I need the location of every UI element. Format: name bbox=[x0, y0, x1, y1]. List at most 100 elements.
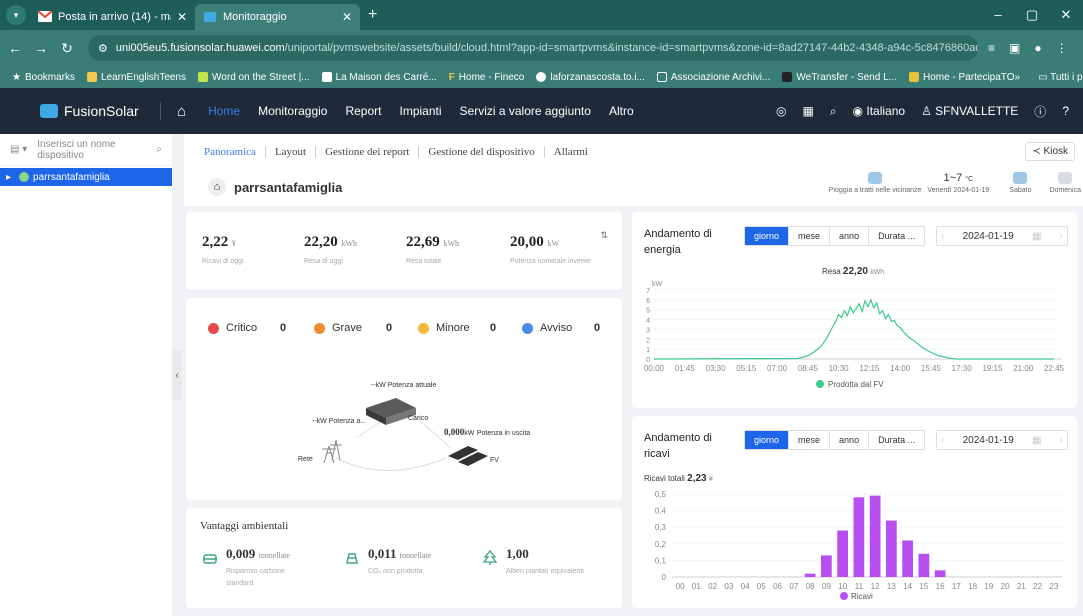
menu-impianti[interactable]: Impianti bbox=[399, 104, 441, 118]
globe-icon: ◉ bbox=[852, 104, 867, 118]
forward-icon[interactable]: → bbox=[30, 40, 52, 56]
new-tab-button[interactable]: + bbox=[368, 6, 377, 24]
sidebar: ▤ ▾ Inserisci un nome dispositivo ⌕ ▸ pa… bbox=[0, 134, 172, 616]
all-bookmarks[interactable]: ▭ Tutti i preferiti bbox=[1038, 72, 1083, 83]
tab-report[interactable]: Gestione dei report bbox=[316, 146, 420, 158]
menu-servizi[interactable]: Servizi a valore aggiunto bbox=[460, 104, 591, 118]
x-tick-label: 10:30 bbox=[829, 364, 850, 373]
y-tick-label: 0,2 bbox=[655, 540, 667, 549]
sidepanel-icon[interactable]: ▣ bbox=[1009, 41, 1020, 55]
bookmark-item[interactable]: ★ Bookmarks bbox=[12, 72, 75, 83]
x-tick-label: 07 bbox=[789, 582, 798, 591]
y-tick-label: 6 bbox=[646, 298, 650, 305]
sidebar-item-plant[interactable]: ▸ parrsantafamiglia bbox=[0, 168, 172, 186]
reading-icon[interactable]: ≡ bbox=[988, 41, 995, 55]
settings-icon[interactable]: ⇅ bbox=[600, 230, 608, 241]
browser-actions: ≡ ▣ ● ⋮ bbox=[988, 41, 1068, 55]
bookmarks-more-button[interactable]: » bbox=[1015, 72, 1021, 83]
resa-label: Resa 22,20 kWh bbox=[822, 266, 884, 277]
tab-search-icon[interactable]: ▾ bbox=[6, 5, 26, 25]
bookmark-item[interactable]: F Home - Fineco bbox=[449, 72, 525, 83]
y-tick-label: 7 bbox=[646, 288, 650, 295]
site-info-icon[interactable]: ⚙ bbox=[98, 42, 108, 55]
close-tab-icon[interactable]: ✕ bbox=[342, 10, 352, 24]
x-tick-label: 12:15 bbox=[859, 364, 880, 373]
kiosk-button[interactable]: ≺ Kiosk bbox=[1025, 142, 1075, 161]
bar-ricavi-13 bbox=[886, 520, 897, 577]
tab-panoramica[interactable]: Panoramica bbox=[204, 146, 266, 158]
search-icon[interactable]: ⌕ bbox=[830, 104, 837, 119]
calendar-icon[interactable]: ▦ bbox=[802, 104, 813, 118]
menu-monitoraggio[interactable]: Monitoraggio bbox=[258, 104, 327, 118]
x-tick-label: 00 bbox=[676, 582, 685, 591]
tree-icon bbox=[482, 550, 498, 565]
minimize-icon[interactable]: – bbox=[981, 7, 1015, 23]
more-icon[interactable]: ⋮ bbox=[1056, 41, 1068, 55]
url-field[interactable]: ⚙ uni005eu5.fusionsolar.huawei.com/unipo… bbox=[88, 35, 978, 61]
header-actions: ◎ ▦ ⌕ ◉ Italiano ♙ SFNVALLETTE ⓘ ? bbox=[776, 103, 1069, 120]
help-icon[interactable]: ? bbox=[1062, 104, 1069, 118]
tab-title: Monitoraggio bbox=[223, 11, 287, 23]
app-logo[interactable]: FusionSolar bbox=[40, 103, 160, 119]
gmail-icon bbox=[37, 10, 53, 23]
maximize-icon[interactable]: ▢ bbox=[1015, 7, 1049, 23]
menu-home[interactable]: Home bbox=[208, 104, 240, 118]
x-tick-label: 14:00 bbox=[890, 364, 911, 373]
tab-allarmi[interactable]: Allarmi bbox=[545, 146, 597, 158]
x-tick-label: 18 bbox=[968, 582, 977, 591]
x-tick-label: 08 bbox=[806, 582, 815, 591]
x-tick-label: 11 bbox=[855, 582, 864, 591]
bookmark-icon bbox=[782, 72, 793, 82]
back-icon[interactable]: ← bbox=[4, 40, 26, 56]
reload-icon[interactable]: ↻ bbox=[56, 40, 78, 57]
x-tick-label: 12 bbox=[871, 582, 880, 591]
tab-layout[interactable]: Layout bbox=[266, 146, 317, 158]
chat-icon[interactable]: ◎ bbox=[776, 104, 786, 118]
bookmark-item[interactable]: WeTransfer - Send L... bbox=[782, 72, 897, 83]
sidebar-collapse-handle[interactable]: ‹ bbox=[172, 350, 182, 400]
tab-monitoraggio[interactable]: Monitoraggio ✕ bbox=[195, 4, 360, 30]
menu-report[interactable]: Report bbox=[345, 104, 381, 118]
home-icon[interactable]: ⌂ bbox=[177, 103, 186, 120]
x-tick-label: 06 bbox=[773, 582, 782, 591]
info-icon[interactable]: ⓘ bbox=[1034, 103, 1046, 120]
search-input[interactable]: Inserisci un nome dispositivo bbox=[37, 139, 156, 161]
y-tick-label: 0,1 bbox=[655, 556, 667, 565]
bookmark-item[interactable]: laforzanascosta.to.i... bbox=[536, 72, 645, 83]
y-tick-label: 3 bbox=[646, 327, 650, 334]
bookmark-item[interactable]: La Maison des Carré... bbox=[321, 72, 437, 83]
bar-ricavi-09 bbox=[821, 555, 832, 577]
address-bar: ← → ↻ ⚙ uni005eu5.fusionsolar.huawei.com… bbox=[0, 30, 1083, 66]
bookmarks-end: » ▭ Tutti i preferiti bbox=[1015, 72, 1083, 83]
legend-label: Prodotta dal FV bbox=[828, 380, 884, 389]
close-window-icon[interactable]: ✕ bbox=[1049, 7, 1083, 23]
grid-power-label: --kW Potenza a... bbox=[312, 418, 366, 425]
close-tab-icon[interactable]: ✕ bbox=[177, 10, 187, 24]
y-tick-label: 0 bbox=[646, 357, 650, 364]
tab-dispositivo[interactable]: Gestione del dispositivo bbox=[419, 146, 545, 158]
bar-ricavi-10 bbox=[837, 530, 848, 577]
x-tick-label: 17 bbox=[952, 582, 961, 591]
flow-line-grid-pv bbox=[335, 457, 447, 471]
bookmark-item[interactable]: Associazione Archivi... bbox=[656, 72, 770, 83]
user-menu[interactable]: ♙ SFNVALLETTE bbox=[921, 104, 1018, 118]
kpi-resa-totale: 22,69 kWh Resa totale bbox=[406, 234, 460, 265]
bookmark-item[interactable]: Home - PartecipaTO bbox=[908, 72, 1015, 83]
profile-icon[interactable]: ● bbox=[1034, 41, 1041, 55]
legend-label: Ricavi bbox=[851, 592, 873, 601]
language-selector[interactable]: ◉ Italiano bbox=[853, 104, 906, 118]
x-tick-label: 13 bbox=[887, 582, 896, 591]
fineco-icon: F bbox=[448, 71, 455, 83]
search-icon[interactable]: ⌕ bbox=[156, 144, 162, 155]
x-tick-label: 05 bbox=[757, 582, 766, 591]
bar-ricavi-16 bbox=[934, 570, 946, 577]
house-icon: ⌂ bbox=[208, 178, 226, 196]
bookmark-item[interactable]: LearnEnglishTeens bbox=[86, 72, 186, 83]
x-tick-label: 14 bbox=[903, 582, 912, 591]
bookmark-item[interactable]: Word on the Street |... bbox=[198, 72, 310, 83]
alarm-flow-card: Critico 0 Grave 0 Minore 0 Avviso 0 --kW Pot… bbox=[186, 298, 622, 500]
menu-altro[interactable]: Altro bbox=[609, 104, 634, 118]
expand-arrow-icon[interactable]: ▸ bbox=[6, 172, 11, 183]
tab-gmail[interactable]: Posta in arrivo (14) - mariarita... ✕ bbox=[30, 4, 195, 30]
device-filter-icon[interactable]: ▤ ▾ bbox=[10, 144, 27, 155]
